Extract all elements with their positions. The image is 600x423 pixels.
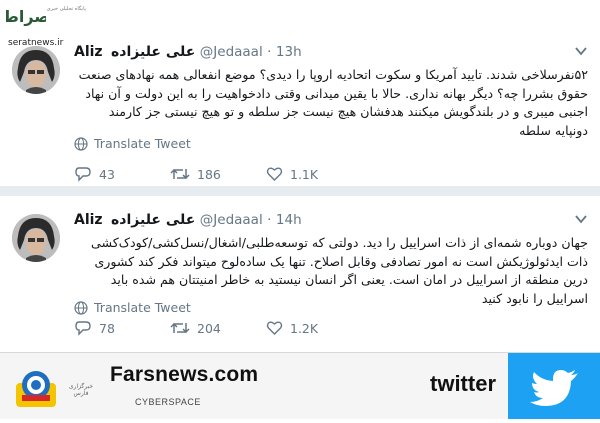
translate-tweet-link[interactable]: Translate Tweet <box>74 136 191 151</box>
chevron-down-icon[interactable] <box>574 212 588 226</box>
tweet-card[interactable]: Aliz علی علیزاده @Jedaaal · 13h ۵۲نفرسلا… <box>0 28 600 186</box>
avatar-image <box>12 214 60 262</box>
reply-button[interactable]: 43 <box>74 166 170 182</box>
retweet-icon <box>170 168 190 180</box>
tweet-text: جهان دوباره شمه‌ای از ذات اسراییل را دید… <box>91 235 588 306</box>
reply-count: 43 <box>99 166 115 182</box>
translate-label[interactable]: Translate Tweet <box>94 136 191 151</box>
retweet-icon <box>170 322 190 334</box>
like-count: 1.2K <box>290 320 319 336</box>
twitter-bird-icon <box>530 370 578 406</box>
section-label: CYBERSPACE <box>135 397 201 407</box>
handle[interactable]: @Jedaaal <box>200 44 263 60</box>
reply-button[interactable]: 78 <box>74 320 170 336</box>
timestamp[interactable]: 13h <box>276 44 302 60</box>
twitter-wordmark: twitter <box>430 371 496 396</box>
separator-dot: · <box>267 212 272 228</box>
tweet-header: Aliz علی علیزاده @Jedaaal · 14h <box>74 212 302 228</box>
watermark-subtitle: پایگاه تحلیلی خبری <box>46 6 86 12</box>
display-name[interactable]: Aliz <box>74 44 103 60</box>
serat-logo: صراط <box>6 7 46 26</box>
reply-icon <box>75 321 91 336</box>
tweet-divider <box>0 186 600 196</box>
like-button[interactable]: 1.2K <box>266 320 362 336</box>
avatar[interactable] <box>12 214 60 262</box>
handle[interactable]: @Jedaaal <box>200 212 263 228</box>
footer-banner: خبرگزاری فارس Farsnews.com CYBERSPACE tw… <box>0 352 600 419</box>
tweet-header: Aliz علی علیزاده @Jedaaal · 13h <box>74 44 302 60</box>
translate-tweet-link[interactable]: Translate Tweet <box>74 300 191 315</box>
avatar-image <box>12 46 60 94</box>
reply-icon <box>75 167 91 182</box>
retweet-button[interactable]: 186 <box>170 166 266 182</box>
retweet-button[interactable]: 204 <box>170 320 266 336</box>
like-button[interactable]: 1.1K <box>266 166 362 182</box>
translate-globe-icon <box>74 300 88 315</box>
twitter-badge <box>508 353 600 419</box>
timestamp[interactable]: 14h <box>276 212 302 228</box>
retweet-count: 204 <box>197 320 221 336</box>
avatar[interactable] <box>12 46 60 94</box>
display-name[interactable]: Aliz <box>74 212 103 228</box>
tweet-card[interactable]: Aliz علی علیزاده @Jedaaal · 14h جهان دوب… <box>0 196 600 354</box>
heart-icon <box>266 321 283 335</box>
tweet-actions: 78 204 1.2K <box>74 320 362 336</box>
serat-logo-text: صراط <box>6 7 46 26</box>
tweet-text: ۵۲نفرسلاخی شدند. تایید آمریکا و سکوت اتح… <box>78 67 588 138</box>
separator-dot: · <box>267 44 272 60</box>
translate-label[interactable]: Translate Tweet <box>94 300 191 315</box>
display-name-fa[interactable]: علی علیزاده <box>111 44 195 60</box>
display-name-fa[interactable]: علی علیزاده <box>111 212 195 228</box>
site-name: Farsnews.com <box>110 363 259 386</box>
tweet-actions: 43 186 1.1K <box>74 166 362 182</box>
retweet-count: 186 <box>197 166 221 182</box>
reply-count: 78 <box>99 320 115 336</box>
like-count: 1.1K <box>290 166 319 182</box>
agency-name: خبرگزاری فارس <box>68 383 94 397</box>
translate-globe-icon <box>74 136 88 151</box>
farsnews-logo <box>16 371 56 407</box>
chevron-down-icon[interactable] <box>574 44 588 58</box>
heart-icon <box>266 167 283 181</box>
